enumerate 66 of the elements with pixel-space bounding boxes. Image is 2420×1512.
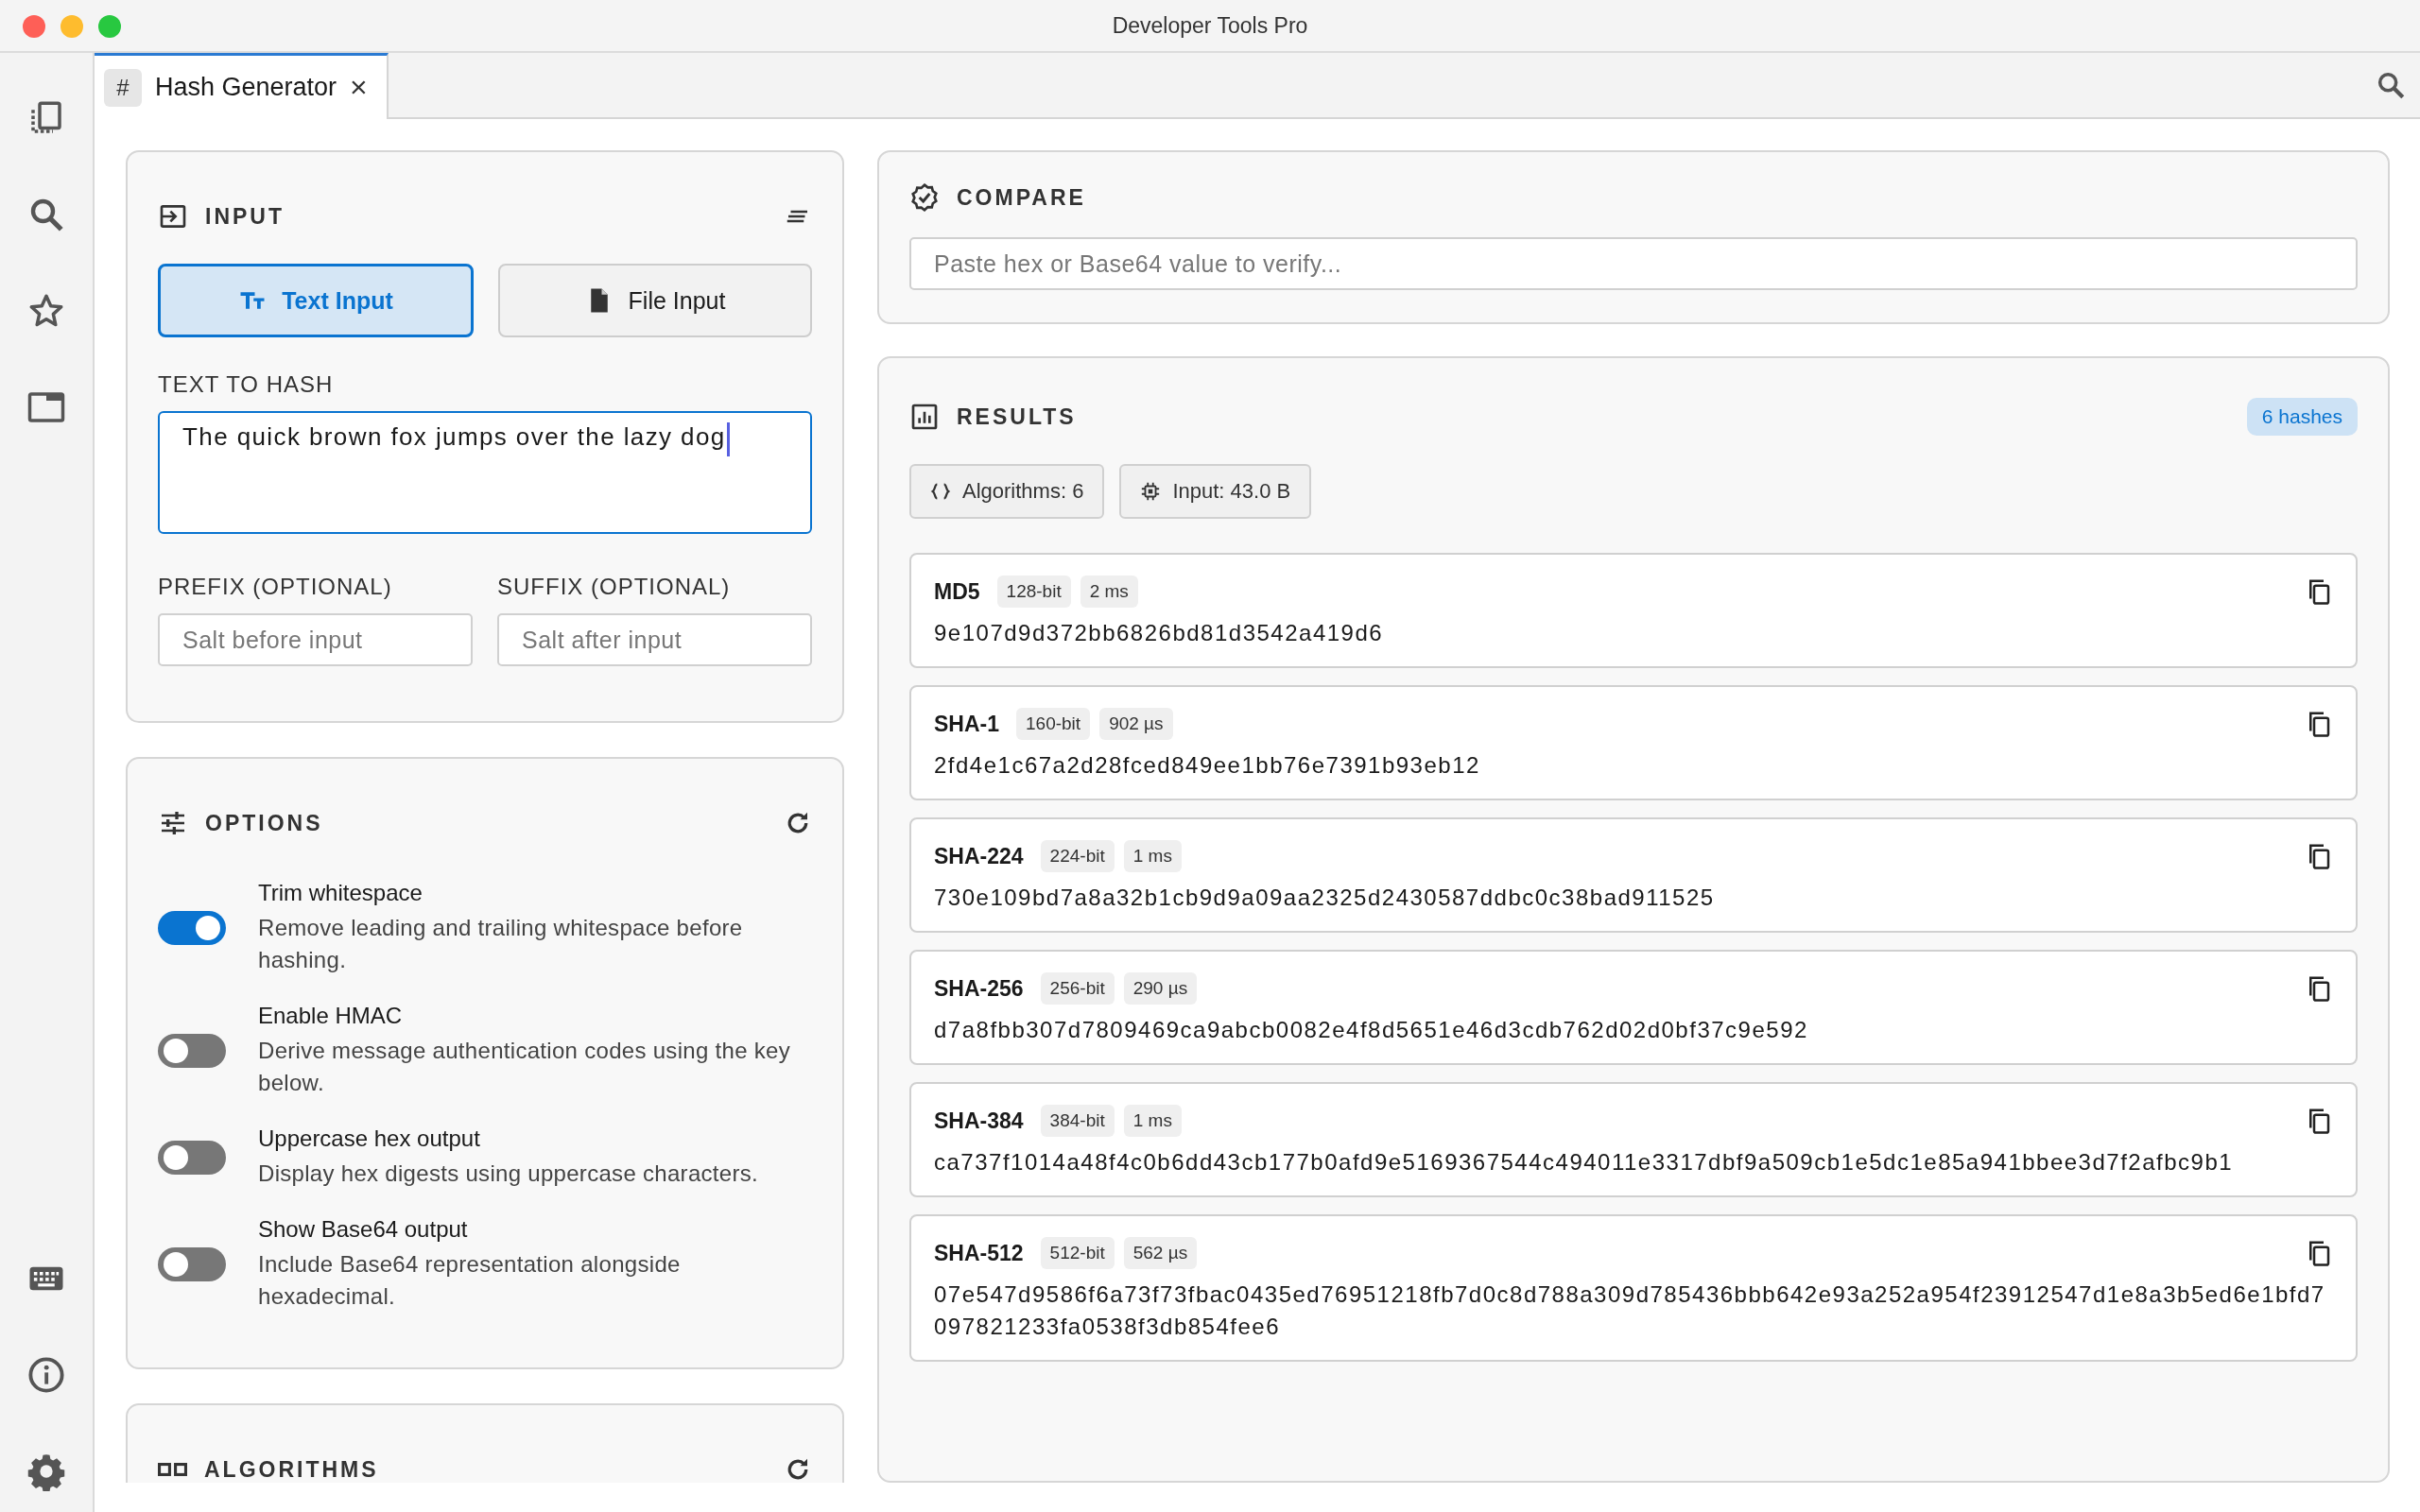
bits-tag: 256-bit <box>1040 972 1115 1005</box>
prefix-field[interactable]: Salt before input <box>158 613 473 666</box>
bits-tag: 384-bit <box>1040 1105 1115 1137</box>
count-badge: 6 hashes <box>2246 398 2358 436</box>
text-field[interactable]: The quick brown fox jumps over the lazy dog <box>158 411 812 534</box>
algorithm-name: SHA-224 <box>934 843 1024 869</box>
section-title: ALGORITHMS <box>204 1456 379 1483</box>
option-title: Enable HMAC <box>258 1003 404 1029</box>
mode-button[interactable]: File Input <box>498 264 812 337</box>
hash-value: ca737f1014a48f4c0b6dd43cb177b0afd9e5169367544c494011e3317dbf9a509cb1e5dc1e85a941bbee3d7f2afbc9b1 <box>934 1148 2235 1177</box>
time-tag: 1 ms <box>1123 840 1182 872</box>
hash-value: 2fd4e1c67a2d28fced849ee1bb76e7391b93eb12 <box>934 751 1481 780</box>
bits-tag: 160-bit <box>1016 708 1091 740</box>
bits-tag: 128-bit <box>996 576 1071 608</box>
option-title: Show Base64 output <box>258 1216 469 1243</box>
section-title: OPTIONS <box>205 810 323 836</box>
section-title: RESULTS <box>957 404 1077 430</box>
chip-icon <box>1140 481 1162 502</box>
info-icon[interactable] <box>26 1355 66 1395</box>
close-window-button[interactable] <box>23 15 45 38</box>
time-tag: 902 µs <box>1099 708 1173 740</box>
time-tag: 1 ms <box>1123 1105 1182 1137</box>
section-title: COMPARE <box>957 184 1086 211</box>
info-chip: Algorithms: 6 <box>909 464 1105 519</box>
algorithm-name: SHA-256 <box>934 975 1024 1002</box>
hash-icon: # <box>104 68 142 107</box>
option-description: Derive message authentication codes using the key below. <box>258 1037 792 1097</box>
algorithm-name: SHA-1 <box>934 711 999 737</box>
tab-label: Hash Generator <box>155 73 337 102</box>
chart-icon <box>909 402 940 432</box>
toggle-switch[interactable] <box>158 1141 226 1175</box>
option-description: Display hex digests using uppercase characters. <box>258 1160 760 1188</box>
toggle-switch[interactable] <box>158 1034 226 1068</box>
option-description: Include Base64 representation alongside hexadecimal. <box>258 1250 682 1311</box>
hash-value: d7a8fbb307d7809469ca9abcb0082e4f8d5651e46d3cdb762d02d0bf37c9e592 <box>934 1016 1809 1044</box>
hash-value: 07e547d9586f6a73f73fbac0435ed76951218fb7d0c8d788a309d785436bbb642e93a252a954f23912547d1e8a3b5ed6e1bfd7097821233fa0538f3db854fee6 <box>934 1280 2326 1341</box>
algorithm-name: MD5 <box>934 578 980 605</box>
grid-icon <box>158 1463 187 1476</box>
field-label: TEXT TO HASH <box>158 371 335 398</box>
time-tag: 290 µs <box>1123 972 1198 1005</box>
toggle-switch[interactable] <box>158 1247 226 1281</box>
suffix-field[interactable]: Salt after input <box>497 613 812 666</box>
hash-value: 730e109bd7a8a32b1cb9d9a09aa2325d2430587ddbc0c38bad911525 <box>934 884 1716 912</box>
bits-tag: 224-bit <box>1040 840 1115 872</box>
window-title: Developer Tools Pro <box>1112 12 1308 39</box>
option-title: Uppercase hex output <box>258 1125 481 1152</box>
settings-icon[interactable] <box>26 1452 66 1491</box>
time-tag: 562 µs <box>1123 1237 1198 1269</box>
field-label: PREFIX (OPTIONAL) <box>158 574 393 600</box>
toggle-switch[interactable] <box>158 911 226 945</box>
info-chip: Input: 43.0 B <box>1119 464 1312 519</box>
verified-icon <box>909 182 940 213</box>
algorithm-name: SHA-512 <box>934 1240 1024 1266</box>
option-title: Trim whitespace <box>258 880 424 906</box>
close-tab-button[interactable]: × <box>350 70 368 105</box>
mode-button[interactable]: Text Input <box>158 264 474 337</box>
algorithm-name: SHA-384 <box>934 1108 1024 1134</box>
bits-tag: 512-bit <box>1040 1237 1115 1269</box>
hash-value: 9e107d9d372bb6826bd81d3542a419d6 <box>934 619 1385 647</box>
braces-icon <box>930 481 951 502</box>
compare-field[interactable]: Paste hex or Base64 value to verify... <box>909 237 2358 290</box>
tab[interactable]: # Hash Generator × <box>95 53 389 119</box>
time-tag: 2 ms <box>1080 576 1138 608</box>
option-description: Remove leading and trailing whitespace before hashing. <box>258 914 744 974</box>
section-title: INPUT <box>205 203 285 230</box>
field-label: SUFFIX (OPTIONAL) <box>497 574 732 600</box>
